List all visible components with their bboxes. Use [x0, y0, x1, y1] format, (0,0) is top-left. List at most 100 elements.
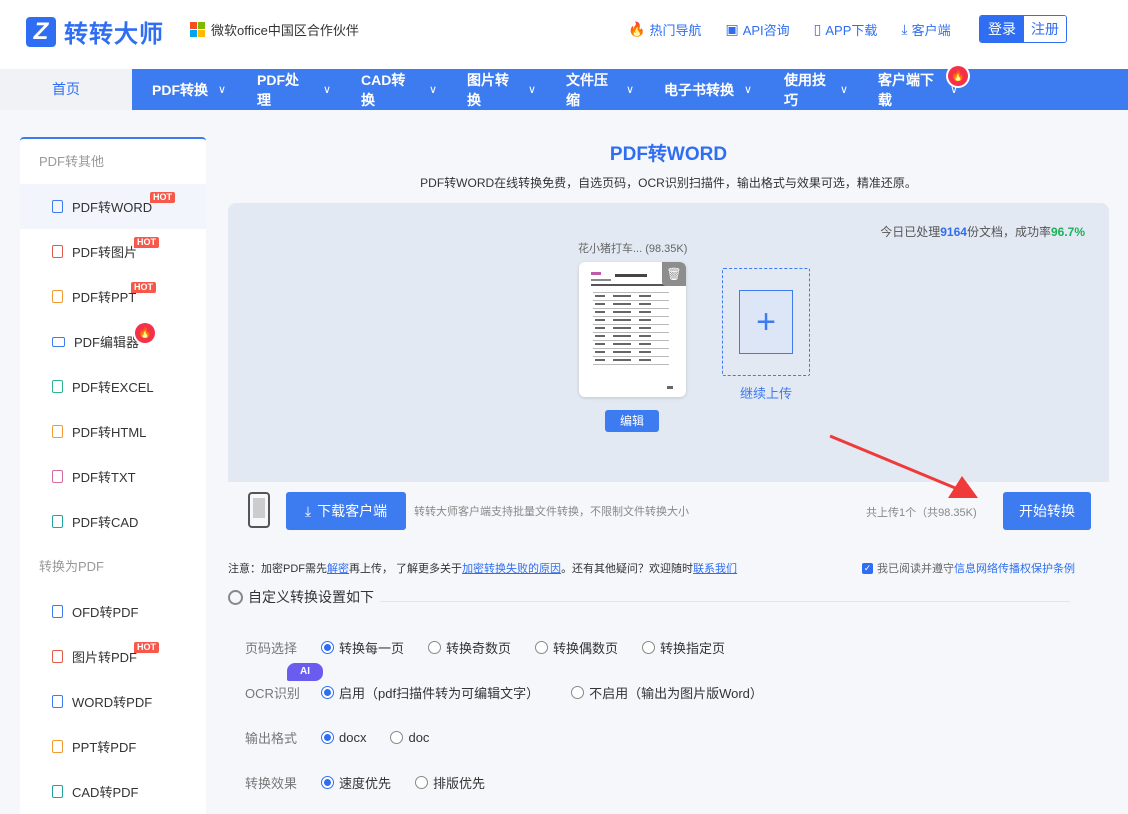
app-download-link[interactable]: ▯ APP下载 — [814, 20, 878, 39]
client-link[interactable]: ⤓ 客户端 — [901, 20, 950, 39]
radio-docx[interactable]: docx — [321, 730, 366, 745]
chevron-down-icon: ∨ — [527, 84, 536, 96]
option-ocr: OCR识别 启用（pdf扫描件转为可编辑文字） 不启用（输出为图片版Word） — [245, 683, 787, 702]
nav-client-download[interactable]: 客户端下载 ∨ 🔥 — [858, 66, 968, 110]
checkbox-checked-icon[interactable]: ✓ — [862, 562, 873, 574]
radio-odd-pages[interactable]: 转换奇数页 — [428, 638, 511, 657]
ppt-file-icon — [52, 740, 63, 753]
radio-icon — [571, 686, 585, 699]
file-thumbnail[interactable]: 🗑 — [579, 262, 686, 397]
radio-label: 转换奇数页 — [446, 641, 512, 656]
trash-icon[interactable]: 🗑 — [662, 262, 686, 286]
sidebar-group-pdf-to-other: PDF转其他 — [39, 154, 105, 169]
nav-tips[interactable]: 使用技巧 ∨ — [764, 69, 858, 110]
radio-specified-pages[interactable]: 转换指定页 — [642, 638, 725, 657]
radio-label: 转换指定页 — [660, 641, 726, 656]
option-format: 输出格式 docx doc — [245, 728, 453, 747]
client-label: 客户端 — [911, 23, 951, 38]
sidebar-item-pdf-to-ppt[interactable]: PDF转PPT HOT — [20, 274, 206, 319]
radio-icon — [642, 641, 656, 654]
radio-label: doc — [408, 730, 430, 745]
hot-nav-link[interactable]: 🔥 热门导航 — [628, 20, 701, 39]
api-label: API咨询 — [742, 23, 790, 38]
hot-badge: HOT — [131, 282, 156, 293]
sidebar-item-pdf-to-html[interactable]: PDF转HTML — [20, 409, 206, 454]
sidebar-item-label: PDF转PPT — [72, 290, 137, 305]
sidebar-item-label: WORD转PDF — [72, 695, 153, 710]
radio-icon — [390, 731, 404, 744]
nav-cad-convert[interactable]: CAD转换 ∨ — [341, 69, 447, 110]
edit-button[interactable]: 编辑 — [605, 410, 659, 432]
option-label: 输出格式 — [245, 731, 298, 746]
nav-ebook[interactable]: 电子书转换 ∨ — [644, 69, 764, 110]
decrypt-link[interactable]: 解密 — [327, 563, 349, 575]
nav-label: 电子书转换 — [664, 81, 734, 98]
login-button[interactable]: 登录 — [980, 16, 1024, 42]
chevron-down-icon: ∨ — [428, 84, 437, 96]
nav-pdf-process[interactable]: PDF处理 ∨ — [237, 69, 341, 110]
nav-compress[interactable]: 文件压缩 ∨ — [546, 69, 644, 110]
radio-doc[interactable]: doc — [390, 730, 429, 745]
api-link[interactable]: ▣ API咨询 — [725, 20, 789, 39]
nav-home[interactable]: 首页 — [0, 69, 132, 110]
agreement[interactable]: ✓ 我已阅读并遵守 信息网络传播权保护条例 — [862, 560, 1075, 576]
sidebar-item-cad-to-pdf[interactable]: CAD转PDF — [20, 769, 206, 814]
radio-ocr-on[interactable]: 启用（pdf扫描件转为可编辑文字） — [321, 683, 539, 702]
nav-pdf-convert[interactable]: PDF转换 ∨ — [132, 69, 237, 110]
txt-file-icon — [52, 470, 63, 483]
sidebar-item-ppt-to-pdf[interactable]: PPT转PDF — [20, 724, 206, 769]
partner-badge: 微软office中国区合作伙伴 — [190, 20, 359, 39]
radio-ocr-off[interactable]: 不启用（输出为图片版Word） — [571, 683, 763, 702]
agreement-link[interactable]: 信息网络传播权保护条例 — [954, 560, 1075, 576]
main-nav: 首页 PDF转换 ∨ PDF处理 ∨ CAD转换 ∨ 图片转换 ∨ 文件压缩 ∨ 电子书转… — [0, 66, 1128, 110]
sidebar-item-pdf-editor[interactable]: PDF编辑器 🔥 — [20, 319, 206, 364]
stats-text: 今日已处理9164份文档，成功率96.7% — [880, 223, 1085, 240]
download-note: 转转大师客户端支持批量文件转换，不限制文件转换大小 — [414, 506, 689, 518]
radio-layout-first[interactable]: 排版优先 — [415, 773, 485, 792]
chevron-down-icon: ∨ — [625, 84, 634, 96]
download-client-label: 下载客户端 — [317, 503, 388, 519]
sidebar-item-label: PDF转WORD — [72, 200, 153, 215]
sidebar-item-word-to-pdf[interactable]: WORD转PDF — [20, 679, 206, 724]
nav-label: CAD转换 — [361, 71, 406, 108]
download-icon: ⤓ — [304, 502, 312, 519]
sidebar: PDF转其他 PDF转WORD HOT PDF转图片 HOT PDF转PPT HOT … — [20, 137, 206, 814]
radio-label: 排版优先 — [433, 776, 486, 791]
encrypt-fail-link[interactable]: 加密转换失败的原因 — [462, 563, 561, 575]
hot-badge: HOT — [150, 192, 175, 203]
option-label: OCR识别 — [245, 686, 300, 701]
sidebar-item-pdf-to-word[interactable]: PDF转WORD HOT — [20, 184, 206, 229]
add-file-dropzone[interactable]: + — [722, 268, 810, 376]
plus-icon: + — [739, 290, 793, 354]
radio-speed-first[interactable]: 速度优先 — [321, 773, 391, 792]
download-client-button[interactable]: ⤓ 下载客户端 — [286, 492, 406, 530]
phone-icon: ▯ — [813, 21, 822, 37]
logo-icon: Z — [26, 16, 56, 47]
settings-title-text: 自定义转换设置如下 — [248, 589, 374, 605]
chevron-down-icon: ∨ — [218, 84, 227, 96]
stats-count: 9164 — [940, 225, 967, 239]
download-icon: ⤓ — [901, 21, 908, 37]
register-button[interactable]: 注册 — [1024, 16, 1066, 42]
sidebar-item-ofd-to-pdf[interactable]: OFD转PDF — [20, 589, 206, 634]
radio-label: docx — [339, 730, 367, 745]
chevron-down-icon: ∨ — [322, 84, 331, 96]
start-convert-button[interactable]: 开始转换 — [1003, 492, 1091, 530]
sidebar-item-pdf-to-txt[interactable]: PDF转TXT — [20, 454, 206, 499]
radio-even-pages[interactable]: 转换偶数页 — [535, 638, 618, 657]
logo[interactable]: Z 转转大师 — [26, 14, 164, 49]
radio-all-pages[interactable]: 转换每一页 — [321, 638, 404, 657]
sidebar-item-pdf-to-image[interactable]: PDF转图片 HOT — [20, 229, 206, 274]
sidebar-item-pdf-to-cad[interactable]: PDF转CAD — [20, 499, 206, 544]
top-links: 🔥 热门导航 ▣ API咨询 ▯ APP下载 ⤓ 客户端 — [628, 20, 975, 39]
nav-image-convert[interactable]: 图片转换 ∨ — [447, 69, 546, 110]
notice-text: 注意：加密PDF需先解密再上传， 了解更多关于加密转换失败的原因。还有其他疑问？… — [228, 560, 737, 576]
continue-upload-link[interactable]: 继续上传 — [722, 383, 810, 402]
sidebar-item-image-to-pdf[interactable]: 图片转PDF HOT — [20, 634, 206, 679]
contact-us-link[interactable]: 联系我们 — [693, 563, 737, 575]
sidebar-item-pdf-to-excel[interactable]: PDF转EXCEL — [20, 364, 206, 409]
hot-badge: HOT — [134, 642, 159, 653]
sidebar-item-label: PPT转PDF — [72, 740, 137, 755]
radio-icon — [535, 641, 549, 654]
nav-label: PDF转换 — [152, 81, 208, 98]
